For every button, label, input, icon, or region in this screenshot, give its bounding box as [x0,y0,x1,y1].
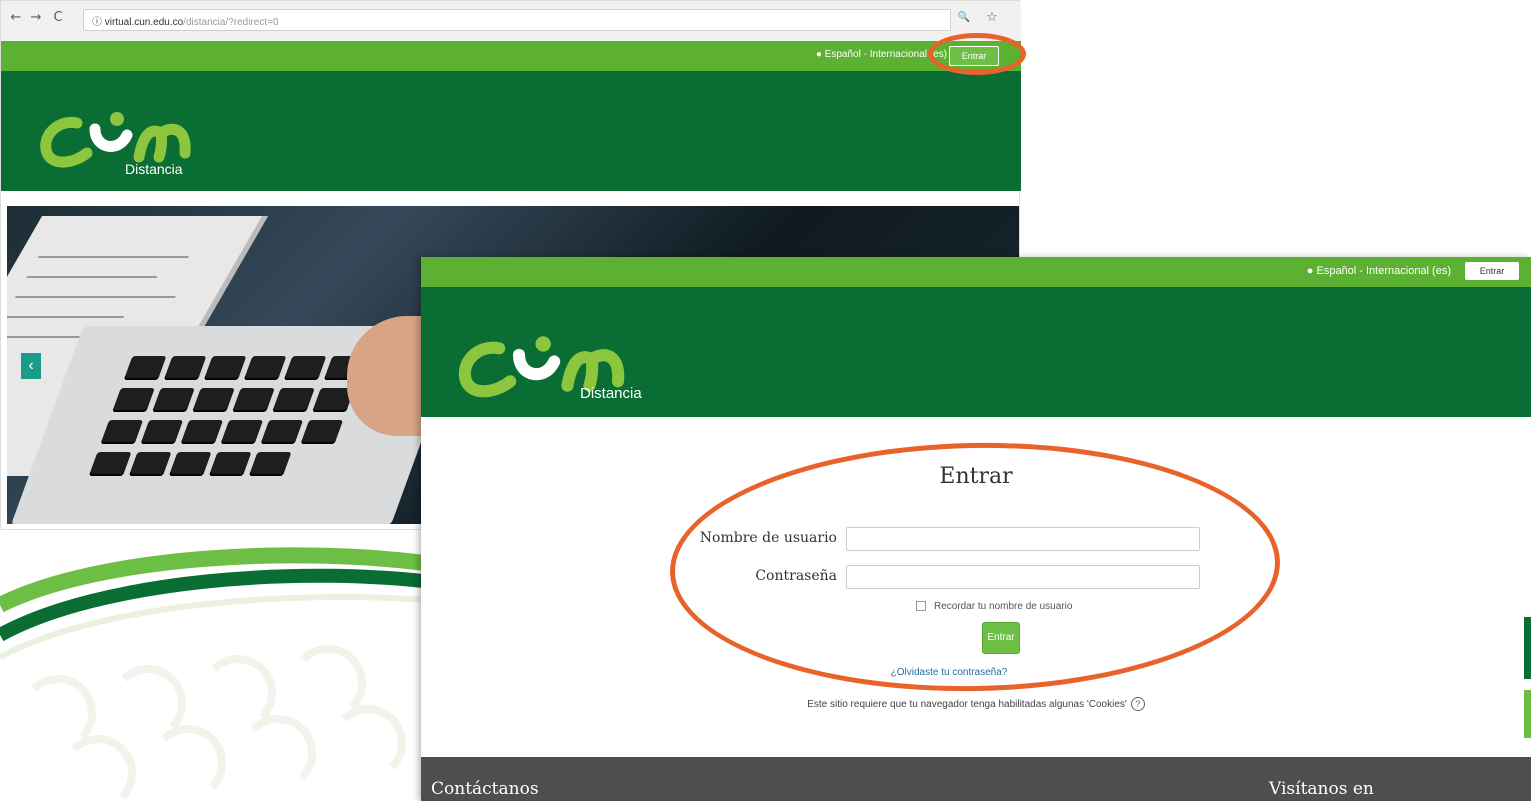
forward-arrow-icon[interactable]: → [29,11,43,25]
edge-tab [1524,690,1531,738]
url-path: /distancia/?redirect=0 [183,17,279,28]
chevron-left-icon: ‹ [28,357,34,374]
globe-icon: ● [1306,265,1314,277]
logo-subtitle: Distancia [125,161,183,177]
language-label: Español - Internacional (es) [1316,265,1451,277]
logo-subtitle: Distancia [580,385,642,402]
browser-toolbar: ← → C ⓘ virtual.cun.edu.co/distancia/?re… [1,1,1021,42]
url-text: ⓘ virtual.cun.edu.co/distancia/?redirect… [92,13,279,28]
bookmark-star-icon[interactable]: ☆ [985,11,999,25]
site-info-icon[interactable]: ⓘ [92,17,102,28]
language-selector[interactable]: ● Español - Internacional (es) [1307,265,1451,277]
address-bar[interactable]: ⓘ virtual.cun.edu.co/distancia/?redirect… [83,9,951,31]
globe-icon: ● [815,49,822,60]
page-footer: Contáctanos Visítanos en [421,757,1531,801]
help-icon[interactable]: ? [1130,697,1145,711]
enter-button[interactable]: Entrar [1465,262,1519,280]
url-domain: virtual.cun.edu.co [104,17,184,28]
decorative-swoosh [0,545,440,801]
footer-visit-heading: Visítanos en [1269,779,1374,799]
highlight-circle-enter [928,33,1026,75]
site-header: Distancia [1,71,1021,191]
cookies-text: Este sitio requiere que tu navegador ten… [807,699,1127,710]
carousel-prev-button[interactable]: ‹ [21,353,41,379]
reload-icon[interactable]: C [51,11,65,25]
cookies-notice: Este sitio requiere que tu navegador ten… [421,697,1531,711]
back-arrow-icon[interactable]: ← [9,11,23,25]
site-header: Distancia [421,287,1531,417]
front-top-bar: ● Español - Internacional (es) Entrar [421,257,1531,287]
zoom-icon[interactable]: 🔍 [957,11,971,25]
back-top-bar: ● Español - Internacional (es) Entrar [1,41,1021,71]
edge-tab [1524,617,1531,679]
footer-contact-heading: Contáctanos [431,779,539,799]
